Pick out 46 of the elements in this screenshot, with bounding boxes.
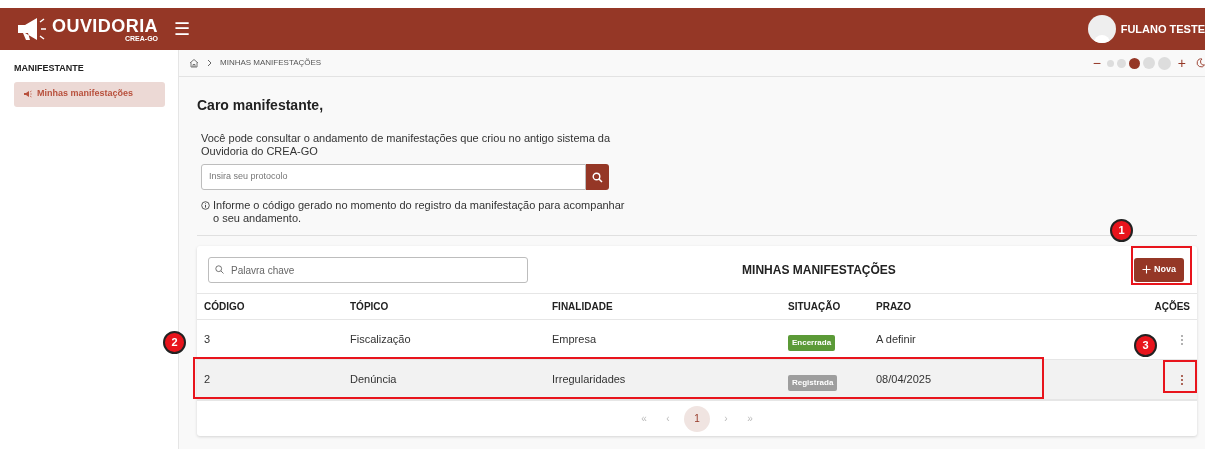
search-icon	[215, 264, 224, 274]
chevron-icon	[207, 59, 212, 67]
column-header: FINALIDADE	[552, 300, 614, 314]
sidebar-item[interactable]: Minhas manifestações	[14, 81, 165, 107]
table-cell-text: A definir	[876, 332, 917, 348]
sidebar-section-title: MANIFESTANTE	[14, 62, 85, 75]
megaphone-icon	[23, 90, 32, 98]
intro-title: Caro manifestante,	[197, 96, 325, 115]
table-cell-text: Denúncia	[350, 372, 398, 388]
search-icon[interactable]	[592, 171, 603, 183]
column-header: SITUAÇÃO	[788, 299, 842, 314]
breadcrumb-item[interactable]: MINHAS MANIFESTAÇÕES	[220, 57, 322, 69]
table-cell-text: 08/04/2025	[876, 372, 933, 388]
intro-text: Você pode consultar o andamento de manifestações que criou no antigo sistema da Ouvidoria do CREA-GO	[201, 132, 612, 158]
table-cell-text: 3	[204, 332, 212, 348]
info-icon	[201, 201, 210, 210]
plus-icon	[1142, 265, 1151, 274]
avatar-icon[interactable]	[1087, 15, 1116, 43]
user-name[interactable]: FULANO TESTE	[1120, 20, 1205, 38]
hint-text: Informe o código gerado no momento do registro da manifestação para acompanhar o seu andamento.	[213, 199, 626, 225]
page-button[interactable]: 1	[684, 405, 710, 432]
column-header: AÇÕES	[1154, 299, 1190, 314]
status-badge: Encerrada	[788, 334, 836, 351]
keyword-search-field[interactable]: Palavra chave	[208, 257, 528, 283]
menu-button[interactable]: ☰	[174, 15, 191, 43]
highlight-frame	[1131, 246, 1192, 285]
zoom-in-button[interactable]: +	[1177, 52, 1186, 74]
table-cell-text: Empresa	[552, 332, 598, 348]
table-title: MINHAS MANIFESTAÇÕES	[742, 261, 896, 279]
status-badge: Registrada	[788, 374, 838, 391]
protocol-field[interactable]: Insira seu protocolo	[201, 164, 586, 190]
column-header: PRAZO	[876, 300, 912, 314]
table-cell-text: Irregularidades	[552, 372, 627, 388]
search-button[interactable]	[586, 164, 609, 190]
new-button[interactable]: Nova	[1134, 257, 1184, 282]
home-icon[interactable]	[189, 58, 199, 68]
table-row[interactable]: 2 Denúncia Irregularidades Registrada 08/04/2025	[197, 360, 1197, 400]
zoom-out-button[interactable]: −	[1092, 52, 1101, 74]
logo-title: OUVIDORIA	[52, 16, 159, 35]
table-cell-text: 2	[204, 372, 212, 388]
moon-icon[interactable]	[1196, 58, 1205, 68]
step-number-badge: 2	[163, 331, 186, 354]
table-cell-text: Fiscalização	[350, 332, 412, 348]
column-header: TÓPICO	[350, 299, 390, 314]
highlight-frame	[1163, 360, 1197, 393]
column-header: CÓDIGO	[204, 299, 246, 314]
